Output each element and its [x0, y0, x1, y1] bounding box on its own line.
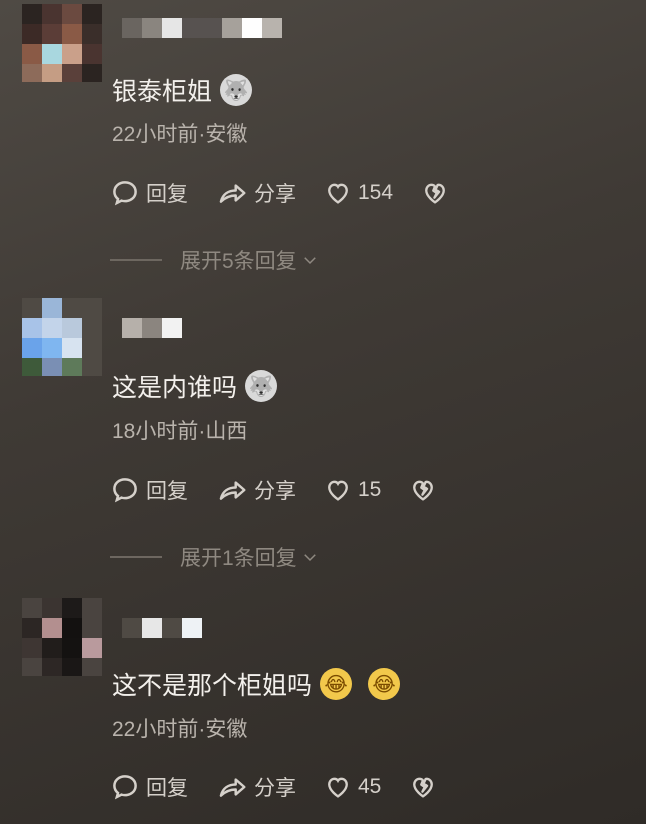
- comment-meta: 22小时前·安徽: [112, 123, 248, 146]
- username[interactable]: [122, 318, 182, 338]
- reply-button[interactable]: 回复: [110, 475, 188, 505]
- avatar[interactable]: [22, 4, 102, 82]
- laugh-cry-emoji-icon: 😂: [320, 668, 353, 700]
- share-icon: [216, 475, 248, 505]
- like-button[interactable]: 154: [324, 179, 393, 207]
- broken-heart-icon: [409, 773, 437, 801]
- broken-heart-icon: [421, 179, 449, 207]
- share-button[interactable]: 分享: [216, 178, 296, 208]
- share-icon: [216, 772, 248, 802]
- chevron-down-icon: [301, 548, 319, 566]
- heart-icon: [324, 179, 352, 207]
- comment-actions: 回复 分享 154: [110, 178, 477, 208]
- divider-line: [110, 556, 162, 558]
- like-button[interactable]: 45: [324, 773, 381, 801]
- wolf-emoji-icon: 🐺: [220, 74, 253, 106]
- avatar[interactable]: [22, 598, 102, 676]
- username[interactable]: [122, 18, 282, 38]
- avatar[interactable]: [22, 298, 102, 376]
- chevron-down-icon: [301, 251, 319, 269]
- username[interactable]: [122, 618, 202, 638]
- comment-text: 这不是那个柜姐吗 😂 😂: [112, 666, 401, 702]
- comment-meta: 18小时前·山西: [112, 420, 248, 443]
- comment-actions: 回复 分享 15: [110, 475, 465, 505]
- share-button[interactable]: 分享: [216, 475, 296, 505]
- heart-icon: [324, 773, 352, 801]
- comment-meta: 22小时前·安徽: [112, 718, 248, 741]
- like-button[interactable]: 15: [324, 476, 381, 504]
- reply-icon: [110, 178, 140, 208]
- heart-icon: [324, 476, 352, 504]
- divider-line: [110, 259, 162, 261]
- reply-button[interactable]: 回复: [110, 178, 188, 208]
- reply-button[interactable]: 回复: [110, 772, 188, 802]
- comment-text: 这是内谁吗 🐺: [112, 368, 278, 404]
- share-icon: [216, 178, 248, 208]
- dislike-button[interactable]: [409, 773, 437, 801]
- share-button[interactable]: 分享: [216, 772, 296, 802]
- dislike-button[interactable]: [409, 476, 437, 504]
- wolf-emoji-icon: 🐺: [245, 370, 278, 402]
- comment-actions: 回复 分享 45: [110, 772, 465, 802]
- reply-icon: [110, 772, 140, 802]
- laugh-cry-emoji-icon: 😂: [368, 668, 401, 700]
- dislike-button[interactable]: [421, 179, 449, 207]
- reply-icon: [110, 475, 140, 505]
- comment-text: 银泰柜姐 🐺: [112, 72, 253, 108]
- expand-replies-button[interactable]: 展开5条回复: [110, 245, 319, 275]
- broken-heart-icon: [409, 476, 437, 504]
- expand-replies-button[interactable]: 展开1条回复: [110, 542, 319, 572]
